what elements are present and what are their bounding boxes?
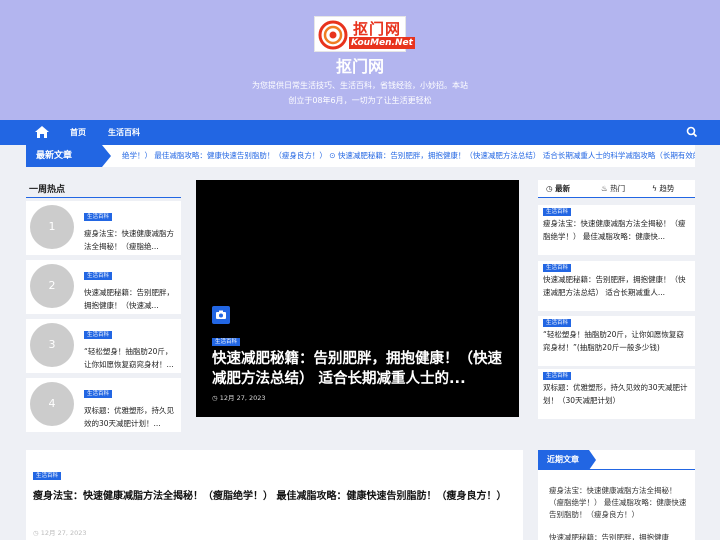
recent-posts-label: 近期文章	[538, 450, 589, 470]
category-tag[interactable]: 生活百科	[84, 272, 113, 280]
category-tag[interactable]: 生活百科	[543, 208, 572, 216]
logo-swirl-icon	[318, 20, 348, 50]
tab-latest[interactable]: ◷ 最新	[546, 180, 570, 198]
hot-item[interactable]: 2 生活百科 快速减肥秘籍：告别肥胖，拥抱健康！（快速减...	[26, 260, 181, 314]
featured-category-tag[interactable]: 生活百科	[212, 338, 241, 346]
post-title[interactable]: 瘦身法宝：快速健康减脂方法全揭秘！（瘦脂绝学！） 最佳减脂攻略：健康快速告别脂肪…	[33, 488, 516, 505]
recent-post-link[interactable]: 瘦身法宝：快速健康减脂方法全揭秘！（瘦脂绝学！） 最佳减脂攻略：健康快速告别脂肪…	[549, 485, 689, 521]
hot-item-title[interactable]: “轻松塑身！抽脂肪20斤，让你如愿恢复窈窕身材！...	[84, 345, 177, 373]
hot-item[interactable]: 3 生活百科 “轻松塑身！抽脂肪20斤，让你如愿恢复窈窕身材！...	[26, 319, 181, 373]
recent-posts-header: 近期文章	[538, 450, 695, 470]
home-button[interactable]	[28, 120, 56, 145]
hot-rank-badge: 4	[30, 382, 74, 426]
ticker-arrow	[102, 145, 111, 167]
clock-icon: ◷	[546, 184, 556, 193]
hot-rank-badge: 3	[30, 323, 74, 367]
site-header: 抠门网 KouMen.Net 抠门网 为您提供日常生活技巧、生活百科，省钱经验，…	[0, 0, 720, 120]
clock-icon: ◷	[33, 529, 41, 537]
sidebar-post[interactable]: 生活百科 双标题：优雅塑形，持久见效的30天减肥计划！（30天减肥计划）	[538, 369, 695, 419]
camera-glyph	[216, 310, 226, 319]
logo-text: 抠门网	[353, 20, 402, 38]
featured-post[interactable]: 生活百科 快速减肥秘籍：告别肥胖，拥抱健康！（快速减肥方法总结） 适合长期减重人…	[196, 180, 519, 417]
sidebar-post-title[interactable]: 快速减肥秘籍：告别肥胖，拥抱健康！（快速减肥方法总结） 适合长期减重人...	[543, 274, 691, 299]
category-tag[interactable]: 生活百科	[84, 331, 113, 339]
recent-arrow	[589, 450, 596, 470]
post-date-text: 12月 27, 2023	[40, 529, 87, 537]
hot-item[interactable]: 4 生活百科 双标题：优雅塑形，持久见效的30天减肥计划！...	[26, 378, 181, 432]
sidebar-post-title[interactable]: 双标题：优雅塑形，持久见效的30天减肥计划！（30天减肥计划）	[543, 382, 691, 407]
site-logo[interactable]: 抠门网 KouMen.Net	[314, 16, 415, 52]
category-tag[interactable]: 生活百科	[543, 264, 572, 272]
ticker-text[interactable]: 绝学！） 最佳减脂攻略：健康快速告别脂肪！（瘦身良方！） ⊙ 快速减肥秘籍：告别…	[122, 145, 695, 167]
sidebar-post[interactable]: 生活百科 快速减肥秘籍：告别肥胖，拥抱健康！（快速减肥方法总结） 适合长期减重人…	[538, 261, 695, 311]
category-tag[interactable]: 生活百科	[84, 213, 113, 221]
sidebar-tabs: ◷ 最新 ♨ 热门 ϟ 趋势	[538, 180, 695, 198]
home-icon	[35, 126, 49, 138]
site-tagline: 为您提供日常生活技巧、生活百科，省钱经验，小妙招。本站创立于08年6月，一切为了…	[252, 81, 468, 105]
tab-popular[interactable]: ♨ 热门	[601, 180, 625, 198]
sidebar-post[interactable]: 生活百科 瘦身法宝：快速健康减脂方法全揭秘！（瘦脂绝学！） 最佳减脂攻略：健康快…	[538, 205, 695, 255]
hot-item-title[interactable]: 双标题：优雅塑形，持久见效的30天减肥计划！...	[84, 404, 177, 432]
sidebar-post[interactable]: 生活百科 “轻松塑身！抽脂肪20斤，让你如愿恢复窈窕身材！”(抽脂肪20斤一般多…	[538, 316, 695, 366]
nav-item-life-encyclopedia[interactable]: 生活百科	[108, 120, 140, 145]
main-nav: 首页 生活百科	[0, 120, 720, 145]
hot-item-title[interactable]: 快速减肥秘籍：告别肥胖，拥抱健康！（快速减...	[84, 286, 177, 314]
search-button[interactable]	[682, 120, 702, 145]
category-tag[interactable]: 生活百科	[33, 472, 62, 480]
hot-rank-badge: 2	[30, 264, 74, 308]
tab-label: 最新	[555, 184, 571, 193]
flame-icon: ♨	[601, 184, 611, 193]
post-card: 生活百科 瘦身法宝：快速健康减脂方法全揭秘！（瘦脂绝学！） 最佳减脂攻略：健康快…	[26, 450, 523, 540]
tab-divider	[538, 197, 695, 198]
recent-posts-widget: 近期文章 瘦身法宝：快速健康减脂方法全揭秘！（瘦脂绝学！） 最佳减脂攻略：健康快…	[538, 450, 695, 540]
weekly-hot-title: 一周热点	[29, 185, 66, 195]
camera-icon	[212, 306, 230, 324]
featured-date-text: 12月 27, 2023	[219, 394, 266, 402]
tab-trending[interactable]: ϟ 趋势	[652, 180, 674, 198]
weekly-hot-header: 一周热点	[26, 180, 181, 198]
sidebar-post-title[interactable]: 瘦身法宝：快速健康减脂方法全揭秘！（瘦脂绝学！） 最佳减脂攻略：健康快...	[543, 218, 691, 243]
site-title[interactable]: 抠门网	[0, 53, 720, 77]
hot-item[interactable]: 1 生活百科 瘦身法宝：快速健康减脂方法全揭秘！（瘦脂绝...	[26, 201, 181, 255]
tab-label: 趋势	[659, 184, 675, 193]
ticker-label: 最新文章	[26, 145, 102, 167]
sidebar-post-title[interactable]: “轻松塑身！抽脂肪20斤，让你如愿恢复窈窕身材！”(抽脂肪20斤一般多少钱)	[543, 329, 691, 354]
post-date: ◷ 12月 27, 2023	[33, 527, 87, 537]
hot-item-title[interactable]: 瘦身法宝：快速健康减脂方法全揭秘！（瘦脂绝...	[84, 227, 177, 255]
category-tag[interactable]: 生活百科	[543, 319, 572, 327]
clock-icon: ◷	[212, 394, 220, 402]
nav-item-home[interactable]: 首页	[70, 120, 86, 145]
search-icon	[686, 126, 698, 138]
tab-label: 热门	[610, 184, 626, 193]
category-tag[interactable]: 生活百科	[543, 372, 572, 380]
hot-rank-badge: 1	[30, 205, 74, 249]
logo-domain: KouMen.Net	[349, 37, 415, 49]
featured-title[interactable]: 快速减肥秘籍：告别肥胖，拥抱健康！（快速减肥方法总结） 适合长期减重人士的...	[212, 349, 508, 389]
recent-post-link[interactable]: 快速减肥秘籍：告别肥胖，拥抱健康	[549, 532, 689, 540]
category-tag[interactable]: 生活百科	[84, 390, 113, 398]
featured-date: ◷ 12月 27, 2023	[212, 392, 266, 402]
latest-articles-ticker: 最新文章 绝学！） 最佳减脂攻略：健康快速告别脂肪！（瘦身良方！） ⊙ 快速减肥…	[26, 145, 695, 167]
